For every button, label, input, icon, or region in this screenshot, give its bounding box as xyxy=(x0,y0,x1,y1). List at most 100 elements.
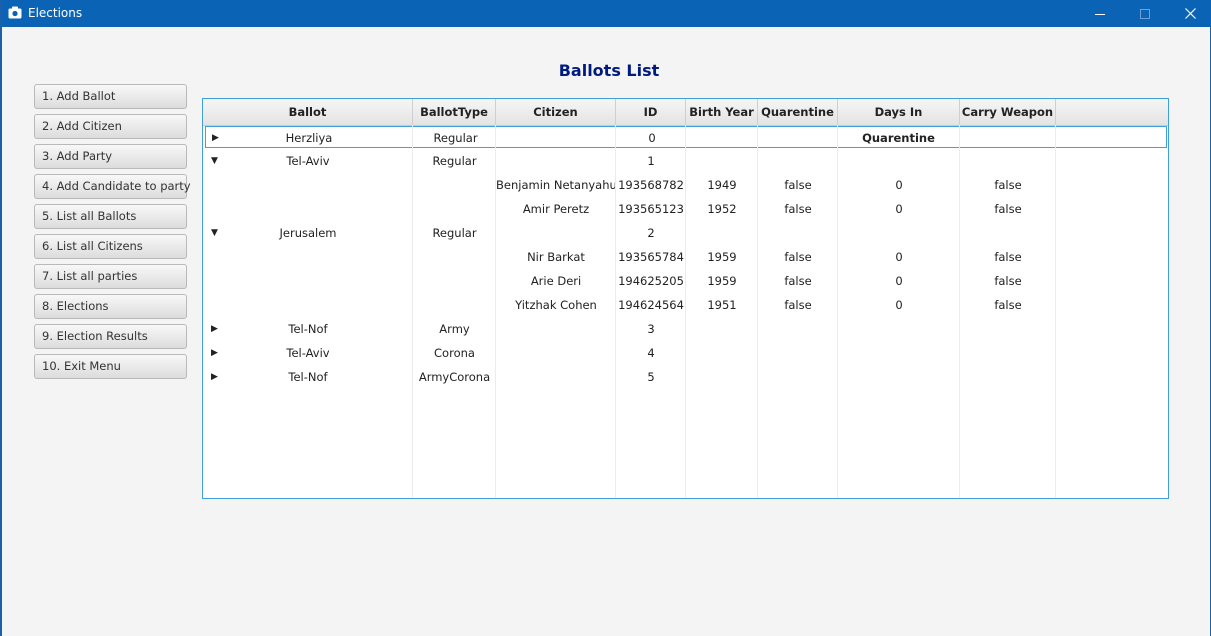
cell-id: 3 xyxy=(647,322,655,336)
column-header-days-in-quarentine[interactable]: Days In Quarentine xyxy=(838,99,960,145)
title-bar[interactable]: Elections xyxy=(2,0,1211,27)
cell-ballot xyxy=(203,293,413,317)
menu-button-9[interactable]: 9. Election Results xyxy=(34,324,187,349)
app-icon xyxy=(8,6,22,19)
cell-id: 193565784 xyxy=(618,250,684,264)
cell-carry-weapon: false xyxy=(994,202,1022,216)
cell-days-in-quarentine xyxy=(838,365,960,389)
cell-ballottype: Regular xyxy=(433,131,478,145)
table-row[interactable]: ▶ Herzliya Regular 0 xyxy=(205,126,1167,148)
cell-ballottype xyxy=(413,245,496,269)
cell-citizen xyxy=(497,126,617,150)
cell-carry-weapon xyxy=(960,317,1056,341)
cell-birth-year: 1951 xyxy=(707,298,737,312)
column-header-citizen[interactable]: Citizen xyxy=(496,99,616,125)
maximize-icon xyxy=(1140,8,1150,19)
cell-id: 2 xyxy=(647,226,655,240)
ballots-tree-table[interactable]: Ballot BallotType Citizen ID Birth Year Quare… xyxy=(202,98,1169,499)
close-button[interactable] xyxy=(1167,0,1211,27)
cell-citizen: Nir Barkat xyxy=(527,250,585,264)
cell-id: 193568782 xyxy=(618,178,684,192)
cell-days-in-quarentine: 0 xyxy=(895,202,903,216)
menu-button-7[interactable]: 7. List all parties xyxy=(34,264,187,289)
column-divider xyxy=(412,125,413,498)
cell-ballot xyxy=(203,197,413,221)
cell-quarentine xyxy=(758,317,838,341)
maximize-button[interactable] xyxy=(1122,0,1168,27)
cell-carry-weapon xyxy=(960,221,1056,245)
cell-birth-year xyxy=(686,221,758,245)
cell-ballot: Tel-Nof xyxy=(288,322,328,336)
cell-id: 5 xyxy=(647,370,655,384)
column-divider xyxy=(685,125,686,498)
cell-carry-weapon: false xyxy=(994,178,1022,192)
cell-id: 0 xyxy=(648,131,656,145)
menu-button-4[interactable]: 4. Add Candidate to party xyxy=(34,174,191,199)
column-header-ballot[interactable]: Ballot xyxy=(203,99,413,125)
cell-citizen xyxy=(496,221,616,245)
menu-button-5[interactable]: 5. List all Ballots xyxy=(34,204,187,229)
minimize-button[interactable] xyxy=(1077,0,1123,27)
window-title: Elections xyxy=(28,6,83,20)
cell-ballot: Tel-Nof xyxy=(288,370,328,384)
menu-button-6[interactable]: 6. List all Citizens xyxy=(34,234,187,259)
column-header-carry-weapon[interactable]: Carry Weapon xyxy=(960,99,1056,125)
cell-birth-year xyxy=(686,317,758,341)
menu-button-8[interactable]: 8. Elections xyxy=(34,294,187,319)
cell-days-in-quarentine xyxy=(838,317,960,341)
cell-ballottype: Army xyxy=(439,322,470,336)
cell-birth-year: 1952 xyxy=(707,202,737,216)
column-header-quarentine[interactable]: Quarentine xyxy=(758,99,838,125)
cell-ballottype: Regular xyxy=(432,154,477,168)
cell-days-in-quarentine xyxy=(838,341,960,365)
cell-quarentine xyxy=(758,149,838,173)
close-icon xyxy=(1184,8,1196,19)
cell-citizen xyxy=(496,317,616,341)
cell-quarentine: false xyxy=(784,202,812,216)
cell-ballot xyxy=(203,245,413,269)
menu-button-10[interactable]: 10. Exit Menu xyxy=(34,354,187,379)
table-header: Ballot BallotType Citizen ID Birth Year Quare… xyxy=(203,99,1168,145)
cell-quarentine: false xyxy=(784,298,812,312)
cell-quarentine xyxy=(758,365,838,389)
cell-birth-year xyxy=(686,341,758,365)
main-menu: 1. Add Ballot 2. Add Citizen 3. Add Party 4… xyxy=(34,84,191,384)
cell-carry-weapon xyxy=(961,126,1057,150)
app-window: Elections Ballots List 1. Add Ballot 2. A… xyxy=(0,0,1211,636)
cell-days-in-quarentine: 0 xyxy=(895,178,903,192)
cell-quarentine: false xyxy=(784,178,812,192)
cell-ballot: Tel-Aviv xyxy=(286,154,330,168)
menu-button-2[interactable]: 2. Add Citizen xyxy=(34,114,187,139)
column-header-ballottype[interactable]: BallotType xyxy=(413,99,496,125)
cell-days-in-quarentine xyxy=(838,221,960,245)
cell-carry-weapon: false xyxy=(994,298,1022,312)
menu-button-3[interactable]: 3. Add Party xyxy=(34,144,187,169)
cell-days-in-quarentine: 0 xyxy=(895,298,903,312)
cell-citizen: Arie Deri xyxy=(530,274,582,288)
column-header-id[interactable]: ID xyxy=(616,99,686,125)
cell-carry-weapon: false xyxy=(994,250,1022,264)
cell-quarentine: false xyxy=(784,250,812,264)
cell-birth-year: 1949 xyxy=(707,178,737,192)
cell-days-in-quarentine xyxy=(839,126,961,150)
cell-citizen: Yitzhak Cohen xyxy=(515,298,597,312)
cell-id: 1 xyxy=(647,154,655,168)
cell-citizen: Benjamin Netanyahu xyxy=(496,178,617,192)
column-header-birth-year[interactable]: Birth Year xyxy=(686,99,758,125)
cell-id: 194625205 xyxy=(618,274,684,288)
cell-citizen xyxy=(496,365,616,389)
column-divider xyxy=(837,125,838,498)
cell-ballottype: ArmyCorona xyxy=(418,370,491,384)
cell-ballottype: Regular xyxy=(432,226,477,240)
cell-ballot: Herzliya xyxy=(285,131,333,145)
cell-quarentine xyxy=(758,221,838,245)
cell-quarentine xyxy=(758,341,838,365)
menu-button-1[interactable]: 1. Add Ballot xyxy=(34,84,187,109)
column-divider xyxy=(959,125,960,498)
cell-ballot xyxy=(203,173,413,197)
cell-days-in-quarentine: 0 xyxy=(895,274,903,288)
column-divider xyxy=(615,125,616,498)
cell-id: 193565123 xyxy=(618,202,684,216)
cell-citizen xyxy=(496,341,616,365)
cell-ballottype xyxy=(413,269,496,293)
